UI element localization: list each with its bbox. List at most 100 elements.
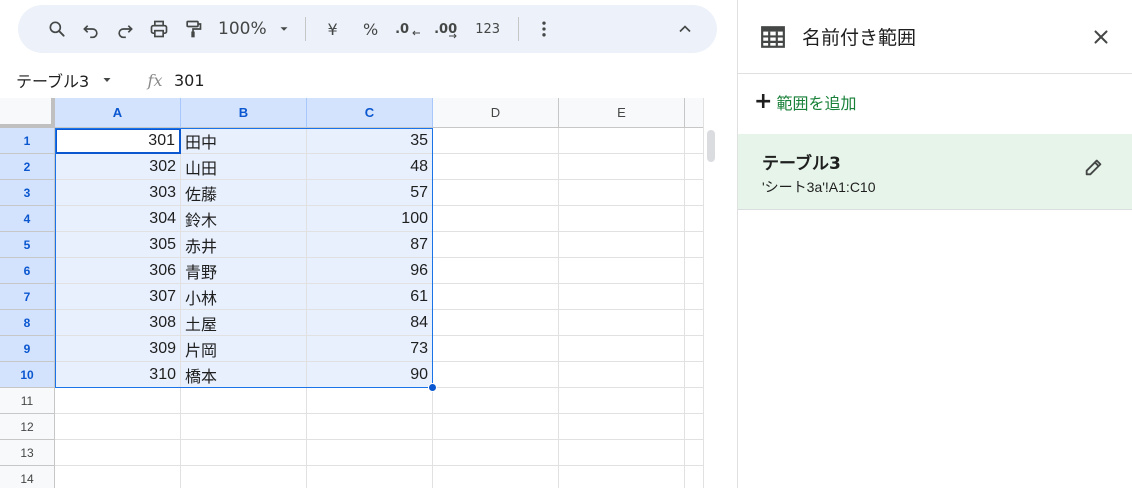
- cell[interactable]: [433, 128, 559, 154]
- cell[interactable]: [559, 284, 685, 310]
- cell[interactable]: 48: [307, 154, 433, 180]
- currency-format-button[interactable]: ¥: [314, 13, 352, 45]
- cell[interactable]: [433, 388, 559, 414]
- column-header-b[interactable]: B: [181, 98, 307, 128]
- row-header[interactable]: 14: [0, 466, 55, 488]
- cell[interactable]: 佐藤: [181, 180, 307, 206]
- cell[interactable]: [559, 310, 685, 336]
- cell[interactable]: 304: [55, 206, 181, 232]
- row-header[interactable]: 5: [0, 232, 55, 258]
- column-header-e[interactable]: E: [559, 98, 685, 128]
- cell[interactable]: [559, 414, 685, 440]
- cell[interactable]: 61: [307, 284, 433, 310]
- cell[interactable]: 田中: [181, 128, 307, 154]
- cell[interactable]: 橋本: [181, 362, 307, 388]
- cell[interactable]: [685, 258, 703, 284]
- cell[interactable]: 87: [307, 232, 433, 258]
- cell[interactable]: [433, 414, 559, 440]
- column-header-partial[interactable]: [685, 98, 703, 128]
- chevron-down-icon[interactable]: [271, 13, 297, 45]
- more-vert-icon[interactable]: [527, 13, 561, 45]
- cell[interactable]: 84: [307, 310, 433, 336]
- cell[interactable]: [433, 362, 559, 388]
- column-header-c[interactable]: C: [307, 98, 433, 128]
- cell[interactable]: [559, 258, 685, 284]
- cell[interactable]: [433, 466, 559, 488]
- cell[interactable]: 302: [55, 154, 181, 180]
- cell[interactable]: [307, 388, 433, 414]
- cell[interactable]: [685, 362, 703, 388]
- cell[interactable]: 100: [307, 206, 433, 232]
- cell[interactable]: [433, 206, 559, 232]
- row-header[interactable]: 3: [0, 180, 55, 206]
- cell[interactable]: [559, 154, 685, 180]
- chevron-up-icon[interactable]: [675, 13, 695, 45]
- cell[interactable]: [181, 388, 307, 414]
- cell[interactable]: 57: [307, 180, 433, 206]
- cell[interactable]: [55, 388, 181, 414]
- row-header[interactable]: 9: [0, 336, 55, 362]
- cell[interactable]: [559, 336, 685, 362]
- fill-handle[interactable]: [428, 383, 437, 392]
- cell[interactable]: [685, 336, 703, 362]
- search-icon[interactable]: [40, 13, 74, 45]
- cell[interactable]: [55, 440, 181, 466]
- cell[interactable]: 鈴木: [181, 206, 307, 232]
- cell[interactable]: 土屋: [181, 310, 307, 336]
- cell[interactable]: [559, 180, 685, 206]
- cell[interactable]: [559, 232, 685, 258]
- edit-pencil-icon[interactable]: [1083, 156, 1105, 178]
- percent-format-button[interactable]: %: [352, 13, 390, 45]
- cell[interactable]: [181, 466, 307, 488]
- cell[interactable]: 308: [55, 310, 181, 336]
- select-all-corner[interactable]: [0, 98, 55, 128]
- cell[interactable]: [433, 154, 559, 180]
- cell[interactable]: [433, 336, 559, 362]
- cell[interactable]: [55, 414, 181, 440]
- cell[interactable]: 303: [55, 180, 181, 206]
- row-header[interactable]: 12: [0, 414, 55, 440]
- cell[interactable]: [433, 180, 559, 206]
- cell[interactable]: [433, 440, 559, 466]
- cell[interactable]: [433, 232, 559, 258]
- cell[interactable]: [559, 466, 685, 488]
- cell[interactable]: [685, 180, 703, 206]
- cell[interactable]: 309: [55, 336, 181, 362]
- cell[interactable]: [685, 466, 703, 488]
- row-header[interactable]: 2: [0, 154, 55, 180]
- print-icon[interactable]: [142, 13, 176, 45]
- cell[interactable]: 山田: [181, 154, 307, 180]
- cell[interactable]: 96: [307, 258, 433, 284]
- cell[interactable]: [685, 128, 703, 154]
- number-format-button[interactable]: 123: [466, 13, 510, 45]
- vertical-scrollbar[interactable]: [703, 98, 717, 488]
- cell[interactable]: 青野: [181, 258, 307, 284]
- cell[interactable]: 310: [55, 362, 181, 388]
- cell[interactable]: [685, 232, 703, 258]
- row-header[interactable]: 11: [0, 388, 55, 414]
- cell[interactable]: 73: [307, 336, 433, 362]
- zoom-select[interactable]: 100%: [210, 13, 271, 45]
- column-header-d[interactable]: D: [433, 98, 559, 128]
- row-header[interactable]: 8: [0, 310, 55, 336]
- column-header-a[interactable]: A: [55, 98, 181, 128]
- cell[interactable]: 片岡: [181, 336, 307, 362]
- add-range-button[interactable]: + 範囲を追加: [754, 90, 856, 114]
- cell[interactable]: [559, 362, 685, 388]
- cell[interactable]: [685, 388, 703, 414]
- cell[interactable]: 赤井: [181, 232, 307, 258]
- formula-input[interactable]: 301: [174, 71, 205, 90]
- row-header[interactable]: 13: [0, 440, 55, 466]
- cell[interactable]: [685, 310, 703, 336]
- close-icon[interactable]: [1090, 26, 1112, 48]
- cell[interactable]: [307, 466, 433, 488]
- cell[interactable]: [433, 258, 559, 284]
- cell[interactable]: 小林: [181, 284, 307, 310]
- cell[interactable]: [181, 414, 307, 440]
- cell[interactable]: [559, 128, 685, 154]
- cell[interactable]: [685, 284, 703, 310]
- scrollbar-thumb[interactable]: [707, 130, 715, 162]
- increase-decimal-button[interactable]: .00: [428, 13, 466, 45]
- named-range-item[interactable]: テーブル3 'シート3a'!A1:C10: [738, 134, 1132, 210]
- name-box[interactable]: テーブル3: [0, 68, 122, 92]
